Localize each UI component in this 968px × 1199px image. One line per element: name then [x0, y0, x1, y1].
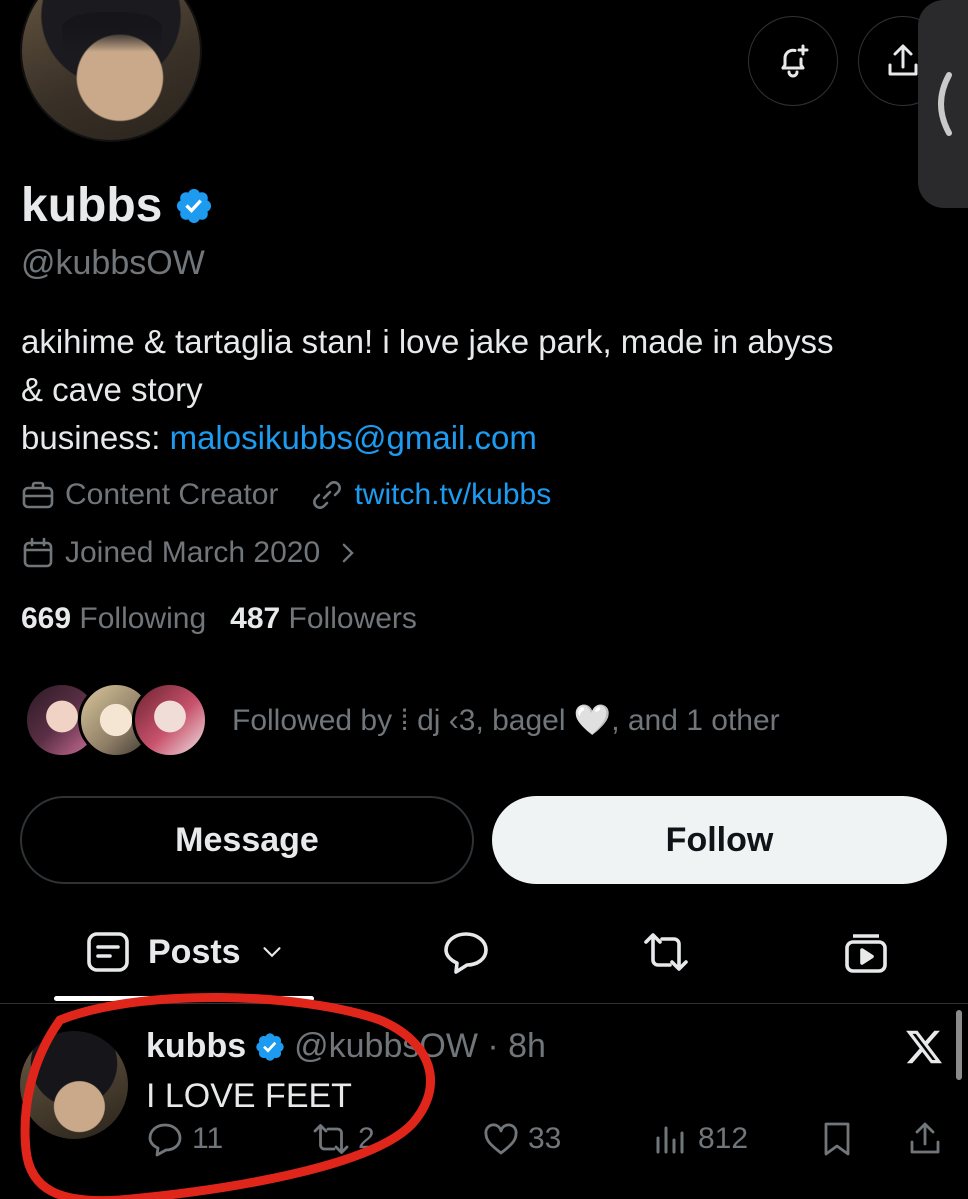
link-icon: [313, 481, 342, 509]
tab-posts-label: Posts: [148, 932, 241, 971]
bio-line: & cave story: [21, 371, 203, 408]
views-button[interactable]: 812: [652, 1120, 748, 1158]
side-panel-handle[interactable]: [918, 0, 968, 208]
like-icon: [484, 1123, 518, 1155]
like-button[interactable]: 33: [482, 1120, 561, 1158]
repost-button[interactable]: 2: [312, 1120, 375, 1158]
following-count-link[interactable]: 669 Following: [21, 602, 206, 636]
tab-posts[interactable]: Posts: [84, 928, 287, 976]
notifications-button[interactable]: [748, 16, 838, 106]
profile-name: kubbs: [21, 178, 214, 233]
tab-reposts[interactable]: [642, 928, 690, 976]
post-author[interactable]: kubbs: [146, 1027, 246, 1066]
display-name-text: kubbs: [21, 179, 163, 232]
profile-avatar[interactable]: [20, 0, 202, 142]
share-post-button[interactable]: [906, 1120, 944, 1158]
mutual-avatar: [132, 682, 208, 758]
joined-text: Joined March 2020: [65, 536, 321, 569]
views-icon: [656, 1126, 684, 1154]
profile-category: Content Creator: [21, 478, 278, 512]
share-icon: [910, 1122, 940, 1154]
category-text: Content Creator: [65, 478, 279, 511]
followers-label: Followers: [288, 602, 417, 635]
verified-badge-icon: [254, 1031, 286, 1063]
profile-website[interactable]: twitch.tv/kubbs: [310, 478, 551, 512]
views-count: 812: [698, 1122, 749, 1155]
briefcase-icon: [22, 481, 54, 509]
follow-counts: 669 Following 487 Followers: [21, 602, 417, 636]
bookmark-icon: [824, 1122, 850, 1156]
scrollbar[interactable]: [956, 1010, 962, 1080]
message-button[interactable]: Message: [20, 796, 474, 884]
tab-replies[interactable]: [442, 928, 490, 976]
reply-count: 11: [192, 1122, 224, 1155]
profile-tabs: Posts: [0, 920, 968, 1004]
like-count: 33: [528, 1122, 562, 1155]
posts-icon: [87, 932, 129, 972]
bio-line: akihime & tartaglia stan! i love jake pa…: [21, 323, 834, 360]
followed-by-row[interactable]: Followed by ⁞ dj ‹3, bagel 🤍, and 1 othe…: [24, 682, 780, 758]
post-text: I LOVE FEET: [146, 1077, 352, 1115]
followers-count: 487: [230, 602, 281, 635]
bio-business-line: business: malosikubbs@gmail.com: [21, 414, 951, 462]
profile-joined-row[interactable]: Joined March 2020: [21, 536, 394, 570]
profile-handle: @kubbsOW: [21, 244, 205, 282]
followers-count-link[interactable]: 487 Followers: [230, 602, 417, 636]
post-header: kubbs @kubbsOW · 8h: [146, 1027, 546, 1066]
reply-button[interactable]: 11: [146, 1120, 223, 1158]
bio-business-label: business:: [21, 419, 170, 456]
profile-joined[interactable]: Joined March 2020: [21, 536, 362, 570]
bookmark-button[interactable]: [818, 1120, 856, 1158]
profile-bio: akihime & tartaglia stan! i love jake pa…: [21, 318, 951, 462]
active-tab-indicator: [54, 996, 314, 1001]
reply-icon: [444, 932, 488, 974]
reply-icon: [148, 1123, 182, 1157]
bell-plus-icon: [781, 44, 809, 78]
post-avatar[interactable]: [20, 1031, 128, 1139]
follow-button[interactable]: Follow: [492, 796, 947, 884]
share-icon: [888, 44, 918, 76]
verified-badge-icon[interactable]: [174, 186, 214, 226]
following-count: 669: [21, 602, 72, 635]
tab-media[interactable]: [842, 928, 890, 976]
repost-count: 2: [358, 1122, 375, 1155]
repost-icon: [644, 933, 688, 971]
following-label: Following: [79, 602, 207, 635]
calendar-icon: [23, 537, 53, 568]
chevron-right-icon: [342, 543, 354, 563]
chevron-left-icon: [938, 72, 952, 136]
followed-by-text: Followed by ⁞ dj ‹3, bagel 🤍, and 1 othe…: [232, 703, 780, 737]
profile-meta-row: Content Creator twitch.tv/kubbs: [21, 478, 583, 512]
website-link[interactable]: twitch.tv/kubbs: [354, 478, 551, 512]
x-logo-icon: [904, 1027, 944, 1072]
bio-email-link[interactable]: malosikubbs@gmail.com: [170, 419, 537, 456]
media-icon: [845, 934, 887, 973]
post-item[interactable]: kubbs @kubbsOW · 8h I LOVE FEET 11 2 33 …: [0, 1005, 968, 1199]
post-handle-time: @kubbsOW · 8h: [294, 1027, 546, 1065]
chevron-down-icon: [263, 947, 281, 958]
repost-icon: [313, 1124, 349, 1154]
